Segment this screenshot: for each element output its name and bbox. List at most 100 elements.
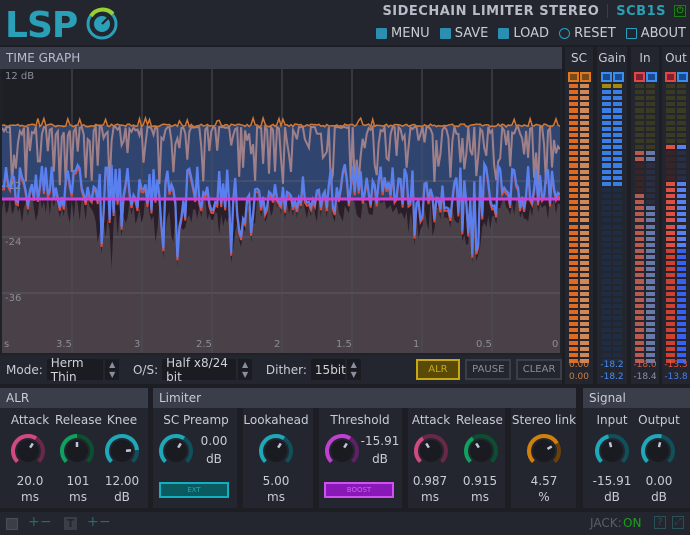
lookahead-knob[interactable] [258, 433, 294, 469]
ext-button[interactable]: EXT [159, 482, 229, 498]
jack-status: ON [623, 516, 642, 530]
fullscreen-icon[interactable]: ⤢ [672, 516, 684, 529]
signal-output-knob[interactable] [640, 433, 676, 469]
save-button[interactable]: SAVE [439, 26, 488, 41]
menu-button[interactable]: MENU [376, 26, 430, 41]
meter-segment [646, 285, 655, 290]
meter-segment [580, 193, 589, 199]
zoom-in-icon[interactable]: + [28, 514, 40, 530]
meter-segment [602, 169, 611, 174]
alr-release-knob[interactable] [59, 433, 95, 469]
power-icon[interactable]: ⏻ [674, 5, 686, 17]
limiter-attack-knob[interactable] [413, 433, 449, 469]
meter-segment [646, 200, 655, 205]
stereo-link-knob[interactable] [526, 433, 562, 469]
font-decrease-icon[interactable]: − [99, 514, 111, 530]
alr-knee-knob[interactable] [104, 433, 140, 469]
mode-spin-icon[interactable]: ▲ ▼ [105, 359, 119, 380]
meter-segment [677, 126, 686, 131]
meter-segment [666, 114, 675, 119]
meter-sc-right-toggle[interactable] [580, 72, 591, 82]
oversampling-select[interactable]: Half x8/24 bit [162, 356, 237, 384]
meter-segment [666, 267, 675, 272]
meter-segment [569, 102, 578, 107]
meter-segment [569, 193, 578, 199]
limiter-release-knob[interactable] [463, 433, 499, 469]
meter-in-left-bar [635, 84, 644, 365]
pause-button[interactable]: PAUSE [465, 359, 512, 380]
meter-segment [646, 352, 655, 357]
meter-gain-left-toggle[interactable] [601, 72, 612, 82]
meter-segment [602, 218, 611, 223]
signal-title: Signal [583, 388, 690, 408]
font-size-icon[interactable]: T [64, 517, 77, 530]
meter-segment [666, 90, 675, 95]
meter-gain-label: Gain [598, 51, 626, 65]
meter-segment [602, 206, 611, 211]
meter-segment [613, 218, 622, 223]
meter-sc-left-toggle[interactable] [568, 72, 579, 82]
meter-segment [646, 193, 655, 199]
y-label-minus12: -12 [5, 181, 22, 192]
meter-segment [677, 248, 686, 254]
meter-segment [580, 230, 589, 235]
meter-segment [569, 352, 578, 357]
alr-attack-value: 20.0 [16, 474, 44, 488]
meter-segment [613, 114, 622, 119]
meter-gain-right-toggle[interactable] [613, 72, 624, 82]
load-button[interactable]: LOAD [498, 26, 549, 41]
meter-segment [646, 114, 655, 119]
meter-segment [602, 181, 611, 186]
meter-segment [635, 102, 644, 107]
meter-segment [602, 255, 611, 260]
time-graph-title: TIME GRAPH [0, 47, 562, 69]
meter-segment [646, 316, 655, 321]
meter-out-right-toggle[interactable] [677, 72, 688, 82]
meter-segment [569, 114, 578, 119]
meter-segment [666, 316, 675, 321]
sc-preamp-knob[interactable] [158, 433, 194, 469]
os-spin-icon[interactable]: ▲ ▼ [238, 359, 252, 380]
reset-button[interactable]: RESET [559, 26, 616, 41]
zoom-out-icon[interactable]: − [40, 514, 52, 530]
meter-segment [677, 193, 686, 199]
meter-segment [602, 193, 611, 199]
meter-segment [569, 255, 578, 260]
meter-segment [677, 316, 686, 321]
clear-button[interactable]: CLEAR [516, 359, 562, 380]
signal-input-knob[interactable] [594, 433, 630, 469]
alr-attack-knob[interactable] [10, 433, 46, 469]
meter-segment [646, 96, 655, 101]
meter-segment [666, 230, 675, 235]
meter-segment [580, 169, 589, 174]
mode-select[interactable]: Herm Thin [46, 356, 104, 384]
meter-segment [602, 145, 611, 150]
x-label-1: 1 [413, 339, 420, 350]
meter-segment [569, 248, 578, 254]
meter-segment [580, 206, 589, 211]
font-increase-icon[interactable]: + [87, 514, 99, 530]
meter-segment [580, 90, 589, 95]
dither-select[interactable]: 15bit [310, 359, 346, 380]
meter-segment [569, 206, 578, 211]
meter-segment [580, 132, 589, 137]
meter-segment [646, 84, 655, 89]
alr-button[interactable]: ALR [415, 359, 461, 380]
meter-segment [666, 261, 675, 266]
meter-in-right-toggle[interactable] [646, 72, 657, 82]
meter-segment [666, 248, 675, 254]
meter-segment [635, 261, 644, 266]
meter-segment [677, 120, 686, 125]
about-button[interactable]: ABOUT [625, 26, 686, 41]
dither-spin-icon[interactable]: ▲ ▼ [346, 359, 361, 380]
meter-segment [580, 120, 589, 125]
window-size-icon[interactable] [6, 518, 18, 530]
boost-button[interactable]: BOOST [324, 482, 394, 498]
meter-segment [635, 114, 644, 119]
meter-in-left-toggle[interactable] [634, 72, 645, 82]
meter-out-left-toggle[interactable] [665, 72, 676, 82]
meter-segment [646, 224, 655, 229]
help-icon[interactable]: ? [654, 516, 666, 529]
threshold-knob[interactable] [324, 433, 360, 469]
lookahead-unit: ms [267, 490, 285, 504]
